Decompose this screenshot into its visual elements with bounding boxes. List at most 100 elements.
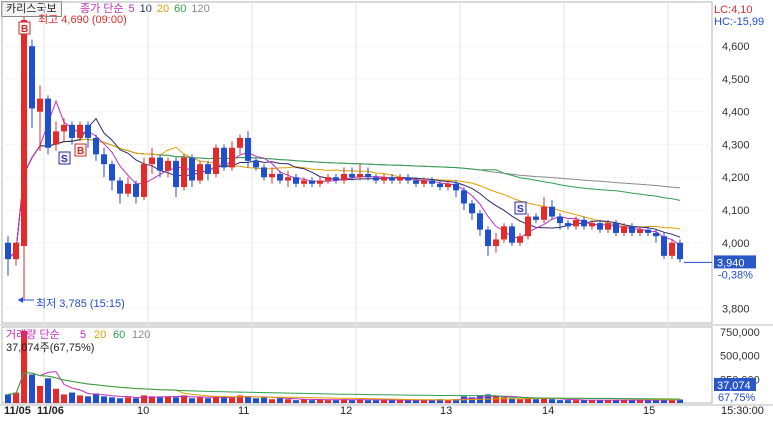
candle <box>653 232 659 237</box>
volume-legend-label: 거래량 단순 <box>6 328 60 341</box>
volume-bar <box>445 400 451 403</box>
volume-bar <box>29 374 35 403</box>
candle <box>261 167 267 178</box>
candle <box>293 177 299 184</box>
volume-bar <box>269 399 275 403</box>
candle <box>61 124 67 132</box>
volume-labels: 거래량 단순 5 20 60 120 37,074주(67,75%) <box>6 328 150 354</box>
volume-bar <box>389 400 395 403</box>
candle <box>389 177 395 181</box>
candle <box>221 147 227 168</box>
stock-chart[interactable]: 4,600 4,500 4,400 4,300 4,200 4,100 4,000 3,800… <box>0 0 773 422</box>
candle <box>157 157 163 171</box>
ma10-line <box>7 117 681 260</box>
volume-bar <box>157 397 163 403</box>
vol-ma5-legend: 5 <box>80 329 86 341</box>
sell-marker: S <box>517 204 524 215</box>
price-tick-label: 4,300 <box>722 139 750 151</box>
price-tick-label: 3,800 <box>722 303 750 315</box>
candle <box>453 183 459 191</box>
volume-bar <box>293 400 299 403</box>
candle <box>381 177 387 181</box>
candle <box>133 183 139 197</box>
candle <box>301 180 307 184</box>
volume-bar <box>325 400 331 403</box>
candle <box>325 177 331 181</box>
candle <box>37 98 43 112</box>
volume-bar <box>45 378 51 403</box>
x-tick-label: 15 <box>643 405 655 417</box>
volume-bar <box>109 397 115 403</box>
price-panel-frame <box>1 1 713 324</box>
volume-bar <box>165 396 171 403</box>
hc-label: HC:-15,99 <box>714 16 764 28</box>
candle <box>117 180 123 194</box>
volume-current: 37,074주(67,75%) <box>6 342 94 354</box>
candle <box>477 213 483 230</box>
volume-bar <box>101 396 107 403</box>
candle <box>277 173 283 181</box>
volume-bar <box>533 399 539 403</box>
candle <box>149 157 155 165</box>
candle <box>45 98 51 148</box>
candle <box>629 226 635 233</box>
vol-ma20-legend: 20 <box>94 329 106 341</box>
candle <box>237 137 243 148</box>
volume-bar <box>133 398 139 403</box>
candle <box>245 137 251 161</box>
volume-bar <box>381 400 387 403</box>
volume-bar <box>285 399 291 403</box>
candle <box>189 157 195 181</box>
volume-bar <box>69 392 75 403</box>
candle <box>605 223 611 230</box>
vol-ma60-legend: 60 <box>113 329 125 341</box>
x-tick-label: 14 <box>542 405 554 417</box>
candle <box>253 160 259 168</box>
candle <box>229 147 235 168</box>
candle <box>285 177 291 181</box>
candle <box>165 160 171 171</box>
candle <box>661 236 667 256</box>
volume-moving-averages <box>7 371 681 401</box>
volume-bar <box>501 397 507 403</box>
annotations: 최고 4,690 (09:00) 최저 3,785 (15:15) LC:4,1… <box>18 4 764 404</box>
x-tick-label: 10 <box>137 405 149 417</box>
candle <box>557 216 563 224</box>
volume-bar <box>61 394 67 403</box>
candle <box>637 229 643 233</box>
price-tick-label: 4,600 <box>722 41 750 53</box>
volume-bar <box>141 395 147 403</box>
volume-bar <box>5 394 11 403</box>
candle <box>597 223 603 230</box>
x-tick-label: 11/05 <box>4 405 31 417</box>
candle <box>445 183 451 188</box>
volume-current-pct: 67,75% <box>718 392 756 404</box>
candle <box>581 219 587 227</box>
lc-label: LC:4,10 <box>714 4 753 16</box>
candle <box>429 180 435 184</box>
candle <box>373 177 379 181</box>
volume-bar <box>205 398 211 403</box>
volume-bar <box>549 399 555 403</box>
volume-panel-frame <box>1 326 713 404</box>
candle <box>405 177 411 181</box>
x-tick-label: 12 <box>340 405 352 417</box>
volume-bar <box>253 398 259 403</box>
price-tick-label: 4,000 <box>722 238 750 250</box>
volume-bar <box>565 400 571 403</box>
volume-bar <box>309 400 315 403</box>
x-tick-label: 11 <box>238 405 249 417</box>
volume-bar <box>349 400 355 403</box>
x-tick-label: 11/06 <box>37 405 64 417</box>
volume-bar <box>221 397 227 403</box>
candle <box>317 180 323 184</box>
volume-bar <box>669 400 675 403</box>
candle <box>621 226 627 233</box>
volume-bar <box>373 400 379 403</box>
candle <box>397 177 403 181</box>
price-tick-label: 4,400 <box>722 107 750 119</box>
max-note: 최고 4,690 (09:00) <box>38 13 127 26</box>
volume-bar <box>493 396 499 403</box>
volume-current-value: 37,074 <box>717 380 751 392</box>
candle <box>205 164 211 174</box>
